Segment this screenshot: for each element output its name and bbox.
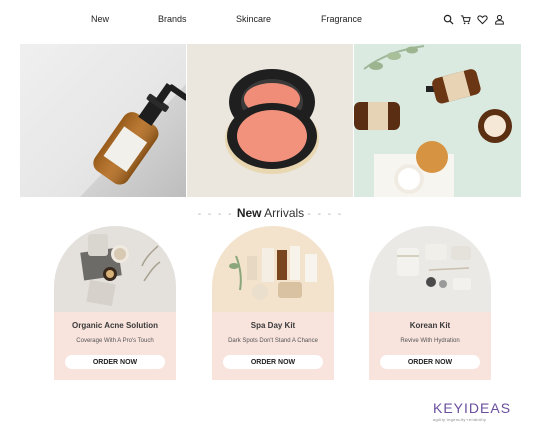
- product-image: [369, 226, 491, 312]
- nav-link-fragrance[interactable]: Fragrance: [321, 14, 362, 24]
- skincare-flatlay-photo: [354, 44, 521, 197]
- order-now-button[interactable]: ORDER NOW: [65, 355, 165, 369]
- product-title: Organic Acne Solution: [72, 321, 158, 330]
- logo-wordmark: KEYIDEAS: [433, 400, 512, 416]
- product-title: Spa Day Kit: [250, 321, 296, 330]
- dropper-bottle-photo: [20, 44, 186, 197]
- nav-link-skincare[interactable]: Skincare: [236, 14, 271, 24]
- product-subtitle: Revive With Hydration: [400, 338, 460, 344]
- order-now-button[interactable]: ORDER NOW: [380, 355, 480, 369]
- product-card[interactable]: Korean Kit Revive With Hydration ORDER N…: [369, 226, 491, 380]
- user-icon[interactable]: [494, 14, 505, 25]
- heading-dash-left: - - - -: [197, 209, 234, 220]
- compact-blush-photo: [187, 44, 353, 197]
- search-icon[interactable]: [443, 14, 454, 25]
- product-card-body: Organic Acne Solution Coverage With A Pr…: [54, 312, 176, 380]
- new-arrivals-heading: - - - - New Arrivals - - - -: [0, 206, 541, 220]
- product-title: Korean Kit: [409, 321, 451, 330]
- nav-link-new[interactable]: New: [91, 14, 109, 24]
- keyideas-logo: KEYIDEAS agility·ingenuity·reliability: [433, 400, 525, 426]
- product-card-body: Korean Kit Revive With Hydration ORDER N…: [369, 312, 491, 380]
- nav-link-brands[interactable]: Brands: [158, 14, 187, 24]
- heading-suffix: Arrivals: [264, 206, 305, 220]
- product-card-body: Spa Day Kit Dark Spots Don't Stand A Cha…: [212, 312, 334, 380]
- heading-prefix: New: [236, 206, 262, 220]
- order-now-button[interactable]: ORDER NOW: [223, 355, 323, 369]
- cart-icon[interactable]: [460, 14, 471, 25]
- product-card[interactable]: Organic Acne Solution Coverage With A Pr…: [54, 226, 176, 380]
- product-subtitle: Coverage With A Pro's Touch: [76, 338, 154, 344]
- product-image: [54, 226, 176, 312]
- product-card[interactable]: Spa Day Kit Dark Spots Don't Stand A Cha…: [212, 226, 334, 380]
- logo-tagline: agility·ingenuity·reliability: [433, 417, 487, 422]
- product-subtitle: Dark Spots Don't Stand A Chance: [228, 338, 318, 344]
- top-nav: New Brands Skincare Fragrance: [0, 0, 541, 40]
- product-image: [212, 226, 334, 312]
- heart-icon[interactable]: [477, 14, 488, 25]
- heading-dash-right: - - - -: [307, 209, 344, 220]
- nav-icons: [443, 14, 505, 25]
- hero-banner: [20, 44, 521, 197]
